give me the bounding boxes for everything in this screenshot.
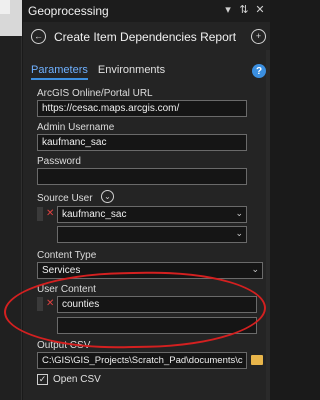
tab-bar: Parameters Environments: [31, 64, 165, 80]
password-field[interactable]: [37, 168, 247, 185]
user-content-field[interactable]: counties: [57, 296, 257, 313]
source-user-label: Source User: [37, 193, 93, 204]
open-csv-label: Open CSV: [53, 374, 101, 385]
admin-username-label: Admin Username: [37, 122, 115, 133]
user-content-label: User Content: [37, 284, 96, 295]
chevron-down-icon: ⌄: [235, 208, 243, 218]
chevron-down-icon[interactable]: ⌄: [101, 190, 114, 203]
content-type-select[interactable]: Services ⌄: [37, 262, 263, 279]
output-csv-field[interactable]: C:\GIS\GIS_Projects\Scratch_Pad\document…: [37, 352, 247, 369]
source-user-empty-select[interactable]: ⌄: [57, 226, 247, 243]
folder-icon[interactable]: [251, 355, 263, 365]
map-view-highlight: [0, 0, 10, 14]
pane-titlebar: Geoprocessing ▾ ⇅ ✕: [23, 0, 270, 22]
close-icon[interactable]: ✕: [254, 4, 266, 16]
tool-header: ← Create Item Dependencies Report +: [23, 24, 270, 50]
tab-parameters[interactable]: Parameters: [31, 64, 88, 80]
add-icon[interactable]: +: [251, 29, 266, 44]
pin-icon[interactable]: ⇅: [238, 4, 250, 16]
admin-username-field[interactable]: kaufmanc_sac: [37, 134, 247, 151]
open-csv-checkbox[interactable]: ✓: [37, 374, 48, 385]
content-type-value: Services: [42, 265, 81, 276]
portal-url-label: ArcGIS Online/Portal URL: [37, 88, 153, 99]
geoprocessing-pane: Geoprocessing ▾ ⇅ ✕ ← Create Item Depend…: [23, 0, 270, 400]
user-content-value: counties: [62, 299, 100, 310]
password-label: Password: [37, 156, 81, 167]
drag-handle[interactable]: [37, 297, 43, 311]
portal-url-field[interactable]: https://cesac.maps.arcgis.com/: [37, 100, 247, 117]
tab-environments[interactable]: Environments: [98, 64, 165, 80]
scrollbar[interactable]: [266, 50, 270, 400]
pane-title: Geoprocessing: [28, 4, 109, 18]
source-user-value: kaufmanc_sac: [62, 209, 127, 220]
chevron-down-icon: ⌄: [251, 264, 259, 274]
map-view-strip: [0, 0, 22, 400]
content-type-label: Content Type: [37, 250, 97, 261]
remove-icon[interactable]: ✕: [46, 298, 54, 309]
source-user-select[interactable]: kaufmanc_sac ⌄: [57, 206, 247, 223]
remove-icon[interactable]: ✕: [46, 208, 54, 219]
help-icon[interactable]: ?: [252, 64, 266, 78]
chevron-down-icon: ⌄: [235, 228, 243, 238]
chevron-down-icon[interactable]: ▾: [222, 4, 234, 16]
tool-title: Create Item Dependencies Report: [54, 30, 237, 44]
output-csv-label: Output CSV: [37, 340, 91, 351]
back-icon[interactable]: ←: [31, 29, 46, 44]
user-content-empty-field[interactable]: [57, 317, 257, 334]
drag-handle[interactable]: [37, 207, 43, 221]
